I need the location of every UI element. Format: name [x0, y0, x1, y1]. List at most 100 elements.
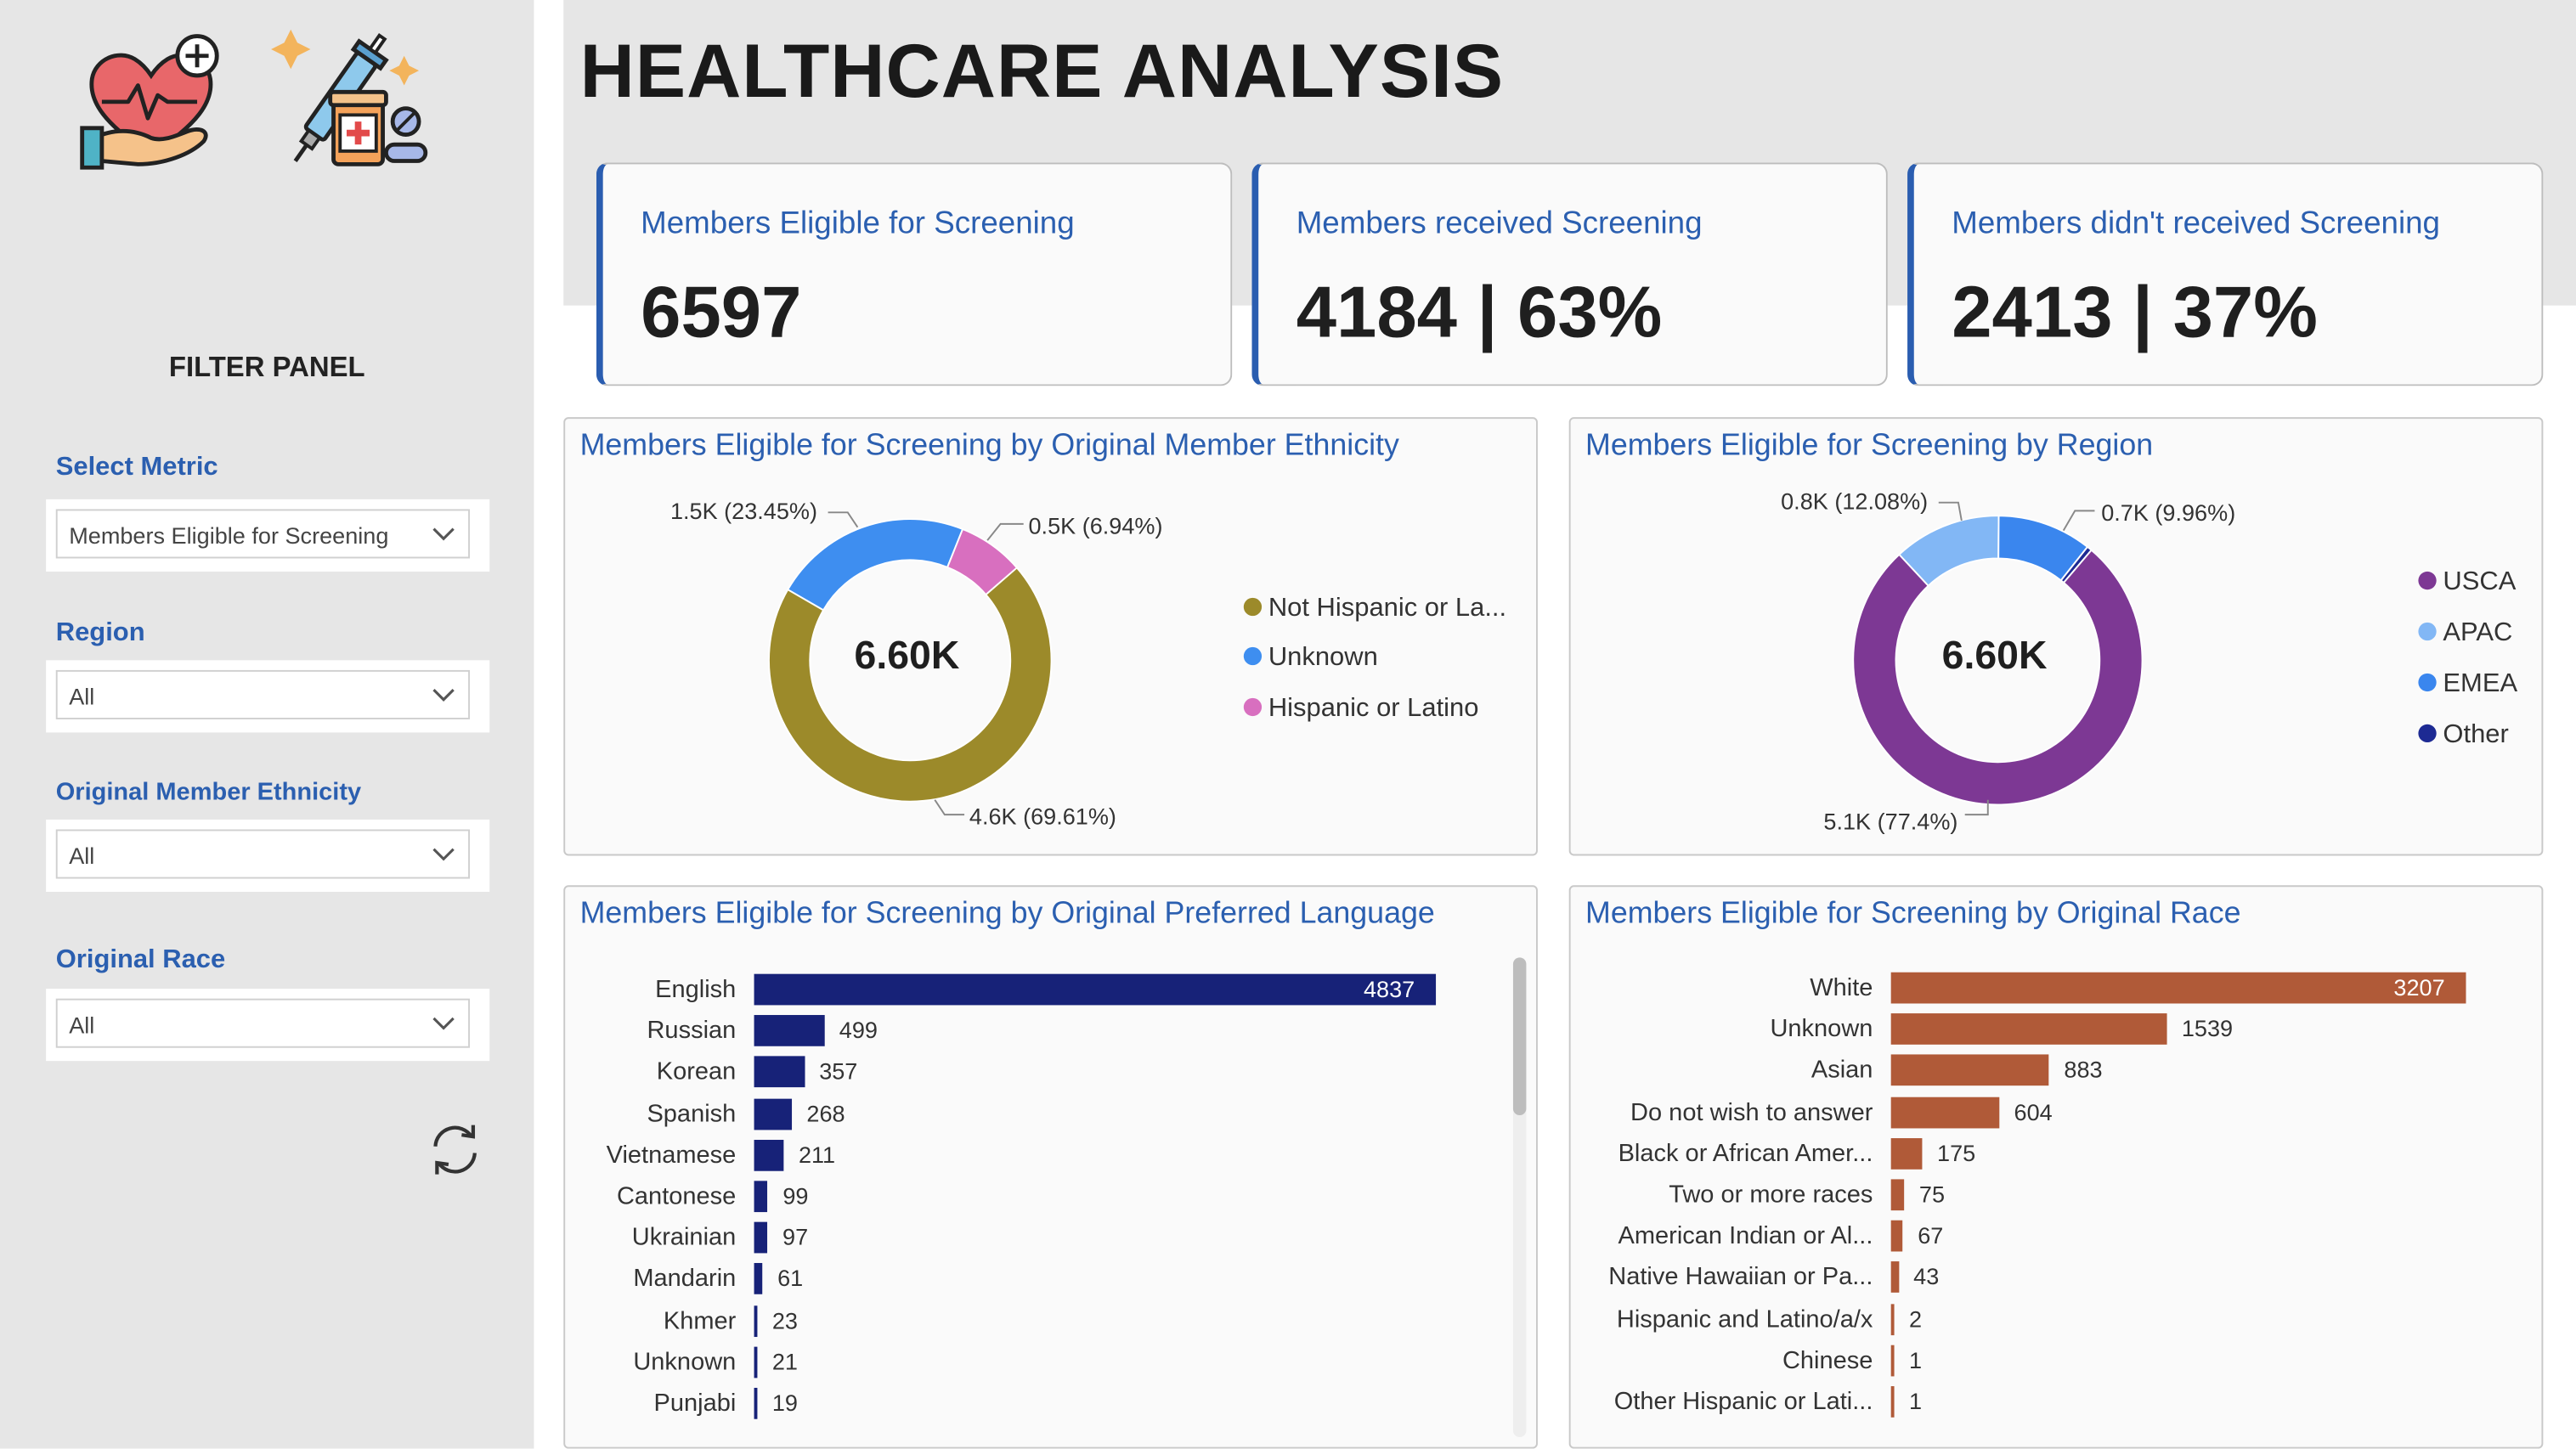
bar-value-label: 211	[798, 1141, 836, 1168]
bar-value-label: 75	[1918, 1181, 1946, 1208]
bar[interactable]	[1890, 1386, 1895, 1418]
bar-value-label: 19	[771, 1389, 798, 1416]
legend-item[interactable]: USCA	[2418, 568, 2516, 598]
bar-category-label: Ukrainian	[631, 1223, 737, 1252]
bar-value-label: 604	[2014, 1097, 2053, 1125]
bar[interactable]	[754, 1181, 768, 1213]
ethnicity-filter-label: Original Member Ethnicity	[55, 778, 362, 807]
bar[interactable]	[1890, 1096, 2000, 1128]
bar[interactable]	[754, 1305, 758, 1337]
donut-center-total: 6.60K	[854, 634, 960, 679]
filter-panel-title: FILTER PANEL	[168, 351, 365, 383]
bar[interactable]	[1890, 972, 2466, 1004]
bar-value-label: 99	[782, 1182, 809, 1209]
kpi-card-eligible: Members Eligible for Screening 6597	[596, 162, 1233, 386]
legend-label: EMEA	[2443, 669, 2518, 698]
reset-icon[interactable]	[426, 1120, 485, 1180]
data-label: 5.1K (77.4%)	[1823, 808, 1958, 835]
region-donut-chart	[1852, 501, 2144, 816]
bar[interactable]	[1890, 1345, 1895, 1377]
donut-slice-unknown[interactable]	[786, 518, 964, 612]
bar-value-label: 175	[1937, 1139, 1976, 1166]
bar-category-label: Korean	[656, 1058, 737, 1086]
ethnicity-donut-chart	[768, 511, 1053, 816]
filter-sidebar: FILTER PANEL Select Metric Members Eligi…	[0, 0, 534, 1449]
data-label: 0.5K (6.94%)	[1028, 512, 1163, 539]
syringe-medicine-icon	[271, 29, 428, 166]
leader-line	[1938, 501, 1963, 522]
bar[interactable]	[754, 1015, 825, 1047]
bar-category-label: Spanish	[647, 1099, 737, 1128]
select-metric-dropdown[interactable]: Members Eligible for Screening	[46, 499, 490, 572]
legend-item[interactable]: Unknown	[1243, 644, 1378, 674]
legend-item[interactable]: Other	[2418, 720, 2509, 751]
scrollbar[interactable]	[1512, 957, 1527, 1437]
legend-dot	[1243, 697, 1263, 717]
bar-category-label: White	[1810, 973, 1873, 1002]
bar-value-label: 268	[806, 1099, 845, 1126]
bar-value-label: 3207	[2393, 973, 2445, 1001]
chevron-down-icon	[432, 689, 455, 702]
donut-slice-not-hispanic-or-latino[interactable]	[768, 567, 1053, 803]
legend-label: USCA	[2443, 568, 2517, 596]
region-dropdown[interactable]: All	[46, 660, 490, 733]
chevron-down-icon	[432, 848, 455, 861]
legend-item[interactable]: Not Hispanic or La...	[1243, 594, 1507, 624]
chart-title: Members Eligible for Screening by Origin…	[1585, 894, 2241, 930]
scrollbar-thumb[interactable]	[1512, 957, 1527, 1115]
legend-item[interactable]: APAC	[2418, 619, 2512, 649]
bar-value-label: 23	[771, 1306, 798, 1333]
bar-category-label: Asian	[1811, 1057, 1873, 1085]
leader-line	[986, 522, 1024, 541]
kpi-title: Members received Screening	[1296, 206, 1703, 242]
kpi-value: 2413 | 37%	[1952, 272, 2318, 353]
bar[interactable]	[1890, 1303, 1895, 1335]
bar[interactable]	[1890, 1261, 1899, 1294]
leader-line	[934, 799, 965, 816]
bar-category-label: Hispanic and Latino/a/x	[1616, 1305, 1873, 1333]
ethnicity-value: All	[69, 842, 95, 869]
legend-item[interactable]: EMEA	[2418, 670, 2517, 700]
leader-line	[828, 511, 859, 528]
leader-line	[2062, 510, 2095, 532]
bar[interactable]	[754, 973, 1437, 1006]
race-filter-label: Original Race	[55, 945, 226, 974]
legend-dot	[1243, 597, 1263, 617]
select-metric-value: Members Eligible for Screening	[69, 522, 389, 549]
bar[interactable]	[1890, 1013, 2167, 1046]
bar-value-label: 61	[777, 1265, 804, 1292]
bar[interactable]	[1890, 1221, 1903, 1252]
bar-category-label: Unknown	[1770, 1015, 1873, 1044]
bar[interactable]	[754, 1222, 768, 1254]
bar[interactable]	[754, 1346, 758, 1378]
legend-dot	[2418, 571, 2437, 590]
bar[interactable]	[754, 1139, 784, 1171]
bar[interactable]	[1890, 1179, 1905, 1211]
bar-category-label: English	[655, 975, 737, 1004]
legend-label: Not Hispanic or La...	[1268, 594, 1507, 623]
page-title: HEALTHCARE ANALYSIS	[579, 27, 1505, 114]
bar-category-label: Chinese	[1782, 1346, 1873, 1375]
bar-category-label: Punjabi	[653, 1389, 737, 1418]
bar[interactable]	[754, 1387, 758, 1419]
bar-value-label: 883	[2064, 1057, 2103, 1084]
bar-value-label: 21	[771, 1348, 798, 1375]
bar-category-label: Unknown	[633, 1348, 737, 1377]
race-dropdown[interactable]: All	[46, 989, 490, 1062]
bar-category-label: Russian	[647, 1017, 737, 1046]
kpi-card-not-received: Members didn't received Screening 2413 |…	[1907, 162, 2544, 386]
legend-label: APAC	[2443, 619, 2513, 647]
donut-center-total: 6.60K	[1941, 634, 2048, 679]
bar[interactable]	[754, 1097, 793, 1130]
bar[interactable]	[754, 1263, 763, 1295]
legend-dot	[1243, 646, 1263, 666]
legend-item[interactable]: Hispanic or Latino	[1243, 695, 1478, 724]
legend-label: Other	[2443, 720, 2509, 749]
bar-category-label: Two or more races	[1669, 1181, 1873, 1209]
kpi-title: Members Eligible for Screening	[641, 206, 1075, 242]
bar[interactable]	[1890, 1055, 2050, 1086]
select-metric-label: Select Metric	[55, 453, 218, 482]
bar[interactable]	[1890, 1137, 1923, 1170]
bar[interactable]	[754, 1057, 805, 1088]
ethnicity-dropdown[interactable]: All	[46, 819, 490, 892]
